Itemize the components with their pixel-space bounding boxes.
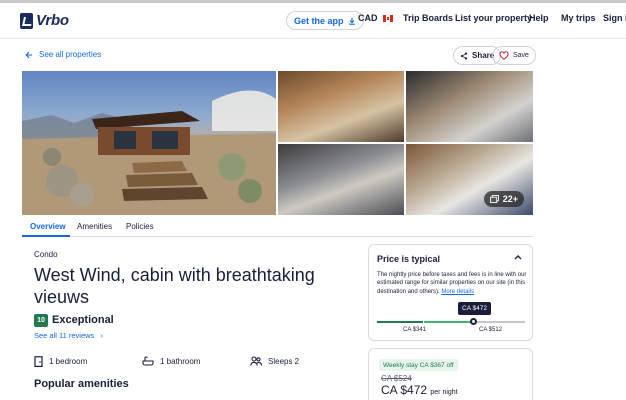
site-header: Vrbo Get the app CAD Trip Boards List yo… (0, 3, 626, 39)
nightly-price-value: CA $472 (381, 383, 428, 397)
rating-score-badge: 10 (34, 314, 48, 327)
weekly-discount-badge: Weekly stay CA $367 off (379, 359, 458, 371)
vrbo-logo[interactable]: Vrbo (20, 12, 69, 29)
download-icon (348, 17, 355, 25)
reviews-link-label: See all 11 reviews (34, 331, 95, 340)
property-facts: 1 bedroom 1 bathroom Sleeps 2 (34, 356, 364, 370)
main-photo-cabin-exterior[interactable] (22, 71, 276, 215)
my-trips-link[interactable]: My trips (561, 13, 596, 23)
photo-gallery: 22+ (22, 71, 533, 215)
people-icon (250, 356, 262, 366)
logo-text: Vrbo (36, 12, 69, 29)
price-card-title: Price is typical (377, 254, 441, 264)
bathtub-icon (142, 356, 154, 366)
booking-price-card: Weekly stay CA $367 off CA $524 CA $472 … (368, 348, 533, 400)
chevron-up-icon[interactable] (514, 253, 522, 262)
rating-label: Exceptional (52, 314, 114, 326)
photo-bedroom-gate[interactable] (278, 144, 404, 215)
photos-icon (489, 195, 499, 203)
nightly-price: CA $472 per night (381, 383, 458, 397)
photo-kitchen-lounge[interactable] (406, 71, 533, 142)
list-property-link[interactable]: List your property (455, 13, 532, 23)
bedrooms-label: 1 bedroom (49, 357, 88, 366)
back-link-label: See all properties (39, 50, 102, 59)
tab-amenities[interactable]: Amenities (77, 222, 112, 231)
share-label: Share (472, 51, 495, 60)
tab-overview[interactable]: Overview (30, 222, 66, 231)
vrbo-logo-icon (20, 12, 33, 29)
current-price-marker (470, 318, 477, 325)
range-low-label: CA $341 (403, 327, 427, 333)
get-app-button[interactable]: Get the app (286, 11, 364, 30)
chevron-right-icon: › (100, 331, 103, 340)
more-photos-count: 22+ (502, 194, 518, 204)
save-button[interactable]: Save (492, 46, 536, 65)
fact-sleeps: Sleeps 2 (250, 356, 299, 366)
property-title: West Wind, cabin with breathtaking vieuw… (34, 265, 315, 307)
price-range-typical-segment (424, 321, 474, 323)
per-night-label: per night (430, 389, 458, 396)
see-all-reviews-link[interactable]: See all 11 reviews › (34, 331, 103, 340)
help-link[interactable]: Help (529, 13, 549, 23)
section-tabs: Overview Amenities Policies (22, 218, 533, 237)
price-indicator-card: Price is typical The nightly price befor… (368, 244, 533, 341)
tab-policies[interactable]: Policies (126, 222, 154, 231)
heart-icon (499, 51, 509, 60)
popular-amenities-heading: Popular amenities (34, 378, 129, 390)
get-app-label: Get the app (294, 15, 344, 26)
share-icon (460, 51, 468, 60)
trip-boards-link[interactable]: Trip Boards (403, 13, 453, 23)
fact-bathrooms: 1 bathroom (142, 356, 200, 366)
arrow-left-icon (25, 51, 33, 58)
current-price-tooltip: CA $472 (458, 302, 491, 315)
bathrooms-label: 1 bathroom (160, 356, 201, 366)
more-details-link[interactable]: More details (441, 289, 474, 295)
photo-living-room[interactable] (278, 71, 404, 142)
door-icon (34, 356, 43, 367)
fact-bedrooms: 1 bedroom (34, 356, 87, 367)
canada-flag-icon (383, 15, 394, 23)
price-card-description: The nightly price before taxes and fees … (377, 271, 527, 296)
price-range-high-segment (475, 321, 525, 323)
photo-bedroom[interactable]: 22+ (406, 144, 533, 215)
property-type: Condo (34, 250, 58, 259)
currency-selector[interactable]: CAD (358, 13, 394, 23)
original-price: CA $524 (381, 374, 412, 383)
price-range-low-segment (377, 321, 423, 323)
active-tab-indicator (22, 235, 70, 237)
cabin-exterior-illustration (22, 90, 276, 215)
more-photos-button[interactable]: 22+ (483, 191, 524, 207)
range-high-label: CA $512 (479, 327, 503, 333)
see-all-properties-link[interactable]: See all properties (25, 50, 101, 59)
sign-in-link[interactable]: Sign in (603, 13, 626, 23)
currency-label: CAD (358, 13, 378, 23)
save-label: Save (513, 52, 529, 59)
sleeps-label: Sleeps 2 (268, 356, 300, 366)
